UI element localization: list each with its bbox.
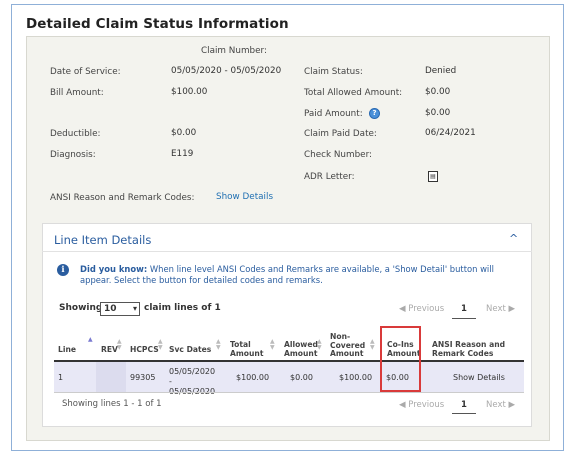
paid-amount-value: $0.00 xyxy=(425,108,451,118)
card-divider xyxy=(42,251,532,252)
sort-asc-icon[interactable]: ▲ xyxy=(88,337,93,343)
line-item-details-title: Line Item Details xyxy=(54,233,152,247)
chevron-up-icon[interactable]: ^ xyxy=(509,232,518,245)
column-header-total-amount[interactable]: Total Amount xyxy=(230,340,264,358)
question-circle-icon[interactable]: ? xyxy=(369,108,380,119)
total-allowed-value: $0.00 xyxy=(425,87,451,97)
paid-amount-label: Paid Amount: xyxy=(304,109,363,119)
showing-label: Showing xyxy=(59,303,103,313)
deductible-label: Deductible: xyxy=(50,129,101,139)
claim-number-label: Claim Number: xyxy=(201,46,267,56)
total-allowed-label: Total Allowed Amount: xyxy=(304,88,403,98)
sort-icon[interactable]: ▲ ▼ xyxy=(158,339,163,351)
bill-amount-label: Bill Amount: xyxy=(50,88,104,98)
check-number-label: Check Number: xyxy=(304,150,373,160)
sort-icon[interactable]: ▲ ▼ xyxy=(117,339,122,351)
table-row-rule xyxy=(54,392,524,393)
claim-status-label: Claim Status: xyxy=(304,67,363,77)
sort-icon[interactable]: ▲ ▼ xyxy=(216,339,221,351)
coins-column-highlight xyxy=(380,326,421,392)
date-of-service-label: Date of Service: xyxy=(50,67,121,77)
sort-icon[interactable]: ▲ ▼ xyxy=(317,339,322,351)
footer-previous-page-button[interactable]: ◀ Previous xyxy=(399,400,444,410)
date-of-service-value: 05/05/2020 - 05/05/2020 xyxy=(171,66,282,76)
ansi-codes-label: ANSI Reason and Remark Codes: xyxy=(50,193,195,203)
footer-current-page-button[interactable]: 1 xyxy=(461,400,467,410)
footer-current-page-underline xyxy=(452,413,476,414)
claim-lines-count: claim lines of 1 xyxy=(144,303,221,313)
diagnosis-value: E119 xyxy=(171,149,194,159)
info-circle-icon: i xyxy=(57,264,69,276)
claim-status-value: Denied xyxy=(425,66,457,76)
cell-total-amount: $100.00 xyxy=(236,373,270,382)
cell-line: 1 xyxy=(58,373,64,382)
claim-paid-date-value: 06/24/2021 xyxy=(425,128,476,138)
row-show-details-button[interactable]: Show Details xyxy=(453,373,505,383)
line-item-details-card xyxy=(42,223,532,427)
column-header-line[interactable]: Line xyxy=(58,345,76,355)
sort-icon[interactable]: ▲ ▼ xyxy=(270,339,275,351)
current-page-button[interactable]: 1 xyxy=(461,304,467,314)
column-header-non-covered-amount[interactable]: Non-Covered Amount xyxy=(330,332,366,359)
sort-icon[interactable]: ▲ ▼ xyxy=(370,339,375,351)
footer-next-page-button[interactable]: Next ▶ xyxy=(486,400,515,410)
cell-non-covered-amount: $100.00 xyxy=(339,373,373,382)
cell-allowed-amount: $0.00 xyxy=(290,373,313,382)
pdf-document-icon[interactable]: ▤ xyxy=(428,171,438,182)
column-header-svc-dates[interactable]: Svc Dates xyxy=(169,345,211,355)
previous-page-button[interactable]: ◀ Previous xyxy=(399,304,444,314)
page-size-select[interactable]: 10 ▾ xyxy=(100,302,140,316)
page-size-value: 10 xyxy=(104,304,117,314)
rev-column-shade xyxy=(96,362,126,392)
page-title: Detailed Claim Status Information xyxy=(26,16,289,32)
bill-amount-value: $100.00 xyxy=(171,87,208,97)
adr-letter-label: ADR Letter: xyxy=(304,172,355,182)
next-page-button[interactable]: Next ▶ xyxy=(486,304,515,314)
column-header-allowed-amount[interactable]: Allowed Amount xyxy=(284,340,318,358)
column-header-ansi-codes[interactable]: ANSI Reason and Remark Codes xyxy=(432,340,517,358)
chevron-down-icon: ▾ xyxy=(132,304,137,313)
column-header-hcpcs[interactable]: HCPCS xyxy=(130,345,159,355)
deductible-value: $0.00 xyxy=(171,128,197,138)
current-page-underline xyxy=(452,318,476,319)
column-header-rev[interactable]: REV xyxy=(101,345,118,355)
table-footer-count: Showing lines 1 - 1 of 1 xyxy=(62,399,162,409)
did-you-know-note: Did you know: When line level ANSI Codes… xyxy=(80,264,500,286)
did-you-know-label: Did you know: xyxy=(80,264,148,274)
diagnosis-label: Diagnosis: xyxy=(50,150,96,160)
ansi-show-details-link[interactable]: Show Details xyxy=(216,192,273,202)
cell-hcpcs: 99305 xyxy=(130,373,156,382)
claim-paid-date-label: Claim Paid Date: xyxy=(304,129,377,139)
